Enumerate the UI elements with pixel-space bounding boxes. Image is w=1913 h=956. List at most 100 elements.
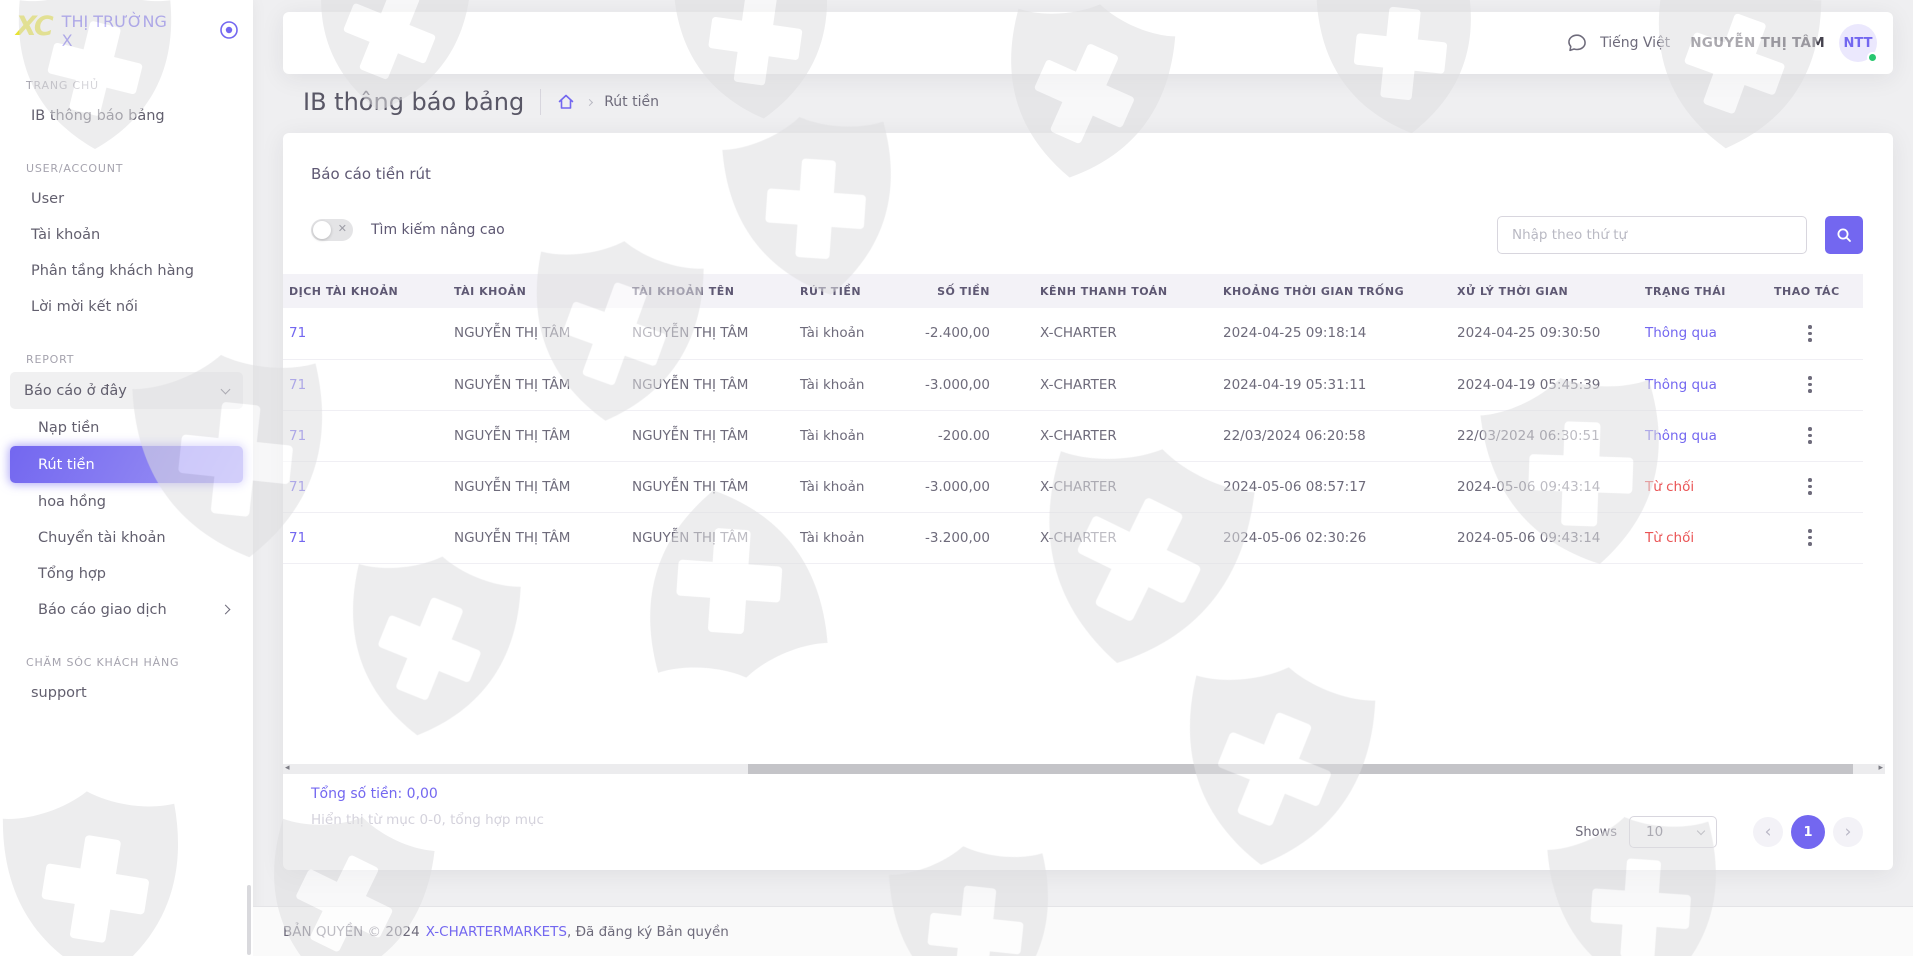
cell-withdraw-type: Tài khoản [794,359,894,410]
col-tx-account: DỊCH TÀI KHOẢN [283,274,448,308]
sidebar-item-user[interactable]: User [10,181,243,216]
cell-withdraw-type: Tài khoản [794,461,894,512]
page-size-value: 10 [1646,824,1698,840]
online-status-dot [1867,52,1878,63]
status-badge: Thông qua [1639,359,1768,410]
chat-icon[interactable] [1566,32,1588,54]
cell-request-time: 2024-04-25 09:18:14 [1217,308,1451,359]
sidebar-item-label: IB thông báo bảng [31,108,165,124]
sidebar-item-label: Lời mời kết nối [31,299,138,315]
cell-actions [1768,461,1863,512]
col-request-time: KHOẢNG THỜI GIAN TRỐNG [1217,274,1451,308]
cell-channel: X-CHARTER [1034,512,1217,563]
scroll-right-icon[interactable]: ▸ [1878,763,1883,774]
avatar[interactable]: NTT [1839,24,1877,62]
sidebar-item-transaction-report[interactable]: Báo cáo giao dịch [10,592,243,627]
page-size-select[interactable]: 10 [1629,816,1717,848]
scroll-left-icon[interactable]: ◂ [285,763,290,774]
sidebar-item-support[interactable]: support [10,675,243,710]
row-menu-icon[interactable] [1808,478,1812,495]
cell-channel: X-CHARTER [1034,410,1217,461]
cell-amount: -3.000,00 [894,359,1034,410]
cell-account: NGUYỄN THỊ TÂM [448,359,626,410]
sidebar-pin-icon[interactable] [219,20,239,44]
sidebar-item-report-group[interactable]: Báo cáo ở đây [10,372,243,409]
col-withdraw: RÚT TIỀN [794,274,894,308]
section-label-user-account: USER/ACCOUNT [26,162,253,175]
col-channel: KÊNH THANH TOÁN [1034,274,1217,308]
breadcrumb-current: Rút tiền [604,94,659,110]
withdrawals-table: DỊCH TÀI KHOẢN TÀI KHOẢN TÀI KHOẢN TÊN R… [283,274,1863,564]
table-horizontal-scrollbar[interactable]: ◂ ▸ [283,764,1885,774]
top-navbar: Tiếng Việt NGUYỄN THỊ TÂM NTT [283,12,1893,74]
cell-tx-account[interactable]: 71 [283,410,448,461]
sidebar-item-invite-link[interactable]: Lời mời kết nối [10,289,243,324]
cell-tx-account[interactable]: 71 [283,308,448,359]
cell-actions [1768,512,1863,563]
sidebar-item-summary[interactable]: Tổng hợp [10,556,243,591]
sidebar-item-withdraw[interactable]: Rút tiền [10,446,243,483]
col-actions: THAO TÁC [1768,274,1863,308]
sidebar-item-commission[interactable]: hoa hồng [10,484,243,519]
sidebar-item-label: Báo cáo giao dịch [38,602,222,618]
search-input[interactable] [1497,216,1807,254]
cell-tx-account[interactable]: 71 [283,461,448,512]
row-menu-icon[interactable] [1808,427,1812,444]
sidebar-scrollbar-thumb[interactable] [247,885,251,955]
brand-link[interactable]: X-CHARTERMARKETS [426,924,567,940]
next-page-button[interactable]: › [1833,817,1863,847]
sidebar-item-account[interactable]: Tài khoản [10,217,243,252]
chevron-right-icon [221,605,231,615]
status-badge: Từ chối [1639,512,1768,563]
row-menu-icon[interactable] [1808,529,1812,546]
row-menu-icon[interactable] [1808,376,1812,393]
cell-request-time: 22/03/2024 06:20:58 [1217,410,1451,461]
section-label-support: CHĂM SÓC KHÁCH HÀNG [26,656,253,669]
cell-tx-account[interactable]: 71 [283,512,448,563]
page-head: IB thông báo bảng Rút tiền [303,88,659,116]
cell-withdraw-type: Tài khoản [794,308,894,359]
home-icon[interactable] [557,93,575,111]
cell-tx-account[interactable]: 71 [283,359,448,410]
search-button[interactable] [1825,216,1863,254]
sidebar-item-label: Chuyển tài khoản [38,530,166,546]
cell-process-time: 22/03/2024 06:30:51 [1451,410,1639,461]
pagination: Shows 10 ‹ 1 › [1575,815,1863,849]
copyright-prefix: BẢN QUYỀN © 2024 [283,924,420,940]
cell-actions [1768,308,1863,359]
cell-request-time: 2024-05-06 08:57:17 [1217,461,1451,512]
advanced-search-toggle[interactable]: ✕ [311,219,353,241]
user-name[interactable]: NGUYỄN THỊ TÂM [1690,35,1825,51]
prev-page-button[interactable]: ‹ [1753,817,1783,847]
cell-withdraw-type: Tài khoản [794,512,894,563]
scrollbar-thumb[interactable] [748,764,1853,774]
status-badge: Thông qua [1639,410,1768,461]
cell-request-time: 2024-05-06 02:30:26 [1217,512,1451,563]
brand-title-line2: X [62,31,219,50]
sidebar-item-label: support [31,685,87,701]
toggle-off-icon: ✕ [338,222,347,235]
sidebar-item-deposit[interactable]: Nạp tiền [10,410,243,445]
cell-withdraw-type: Tài khoản [794,410,894,461]
avatar-initials: NTT [1844,36,1873,51]
brand-title-line1: THỊ TRƯỜNG [62,12,219,31]
cell-amount: -2.400,00 [894,308,1034,359]
cell-channel: X-CHARTER [1034,461,1217,512]
row-menu-icon[interactable] [1808,325,1812,342]
sidebar-item-ib-dashboard[interactable]: IB thông báo bảng [10,98,243,133]
cell-account: NGUYỄN THỊ TÂM [448,308,626,359]
sidebar-item-customer-tier[interactable]: Phân tầng khách hàng [10,253,243,288]
language-selector[interactable]: Tiếng Việt [1600,35,1670,51]
col-amount: SỐ TIỀN [894,274,1034,308]
cell-account: NGUYỄN THỊ TÂM [448,461,626,512]
sidebar-item-transfer[interactable]: Chuyển tài khoản [10,520,243,555]
cell-process-time: 2024-05-06 09:43:14 [1451,512,1639,563]
brand-title[interactable]: THỊ TRƯỜNG X [62,12,219,50]
table-row: 71 NGUYỄN THỊ TÂM NGUYỄN THỊ TÂM Tài kho… [283,410,1863,461]
status-badge: Từ chối [1639,461,1768,512]
cell-amount: -3.200,00 [894,512,1034,563]
col-status: TRẠNG THÁI [1639,274,1768,308]
current-page-button[interactable]: 1 [1791,815,1825,849]
withdrawals-table-wrap: DỊCH TÀI KHOẢN TÀI KHOẢN TÀI KHOẢN TÊN R… [283,274,1863,758]
copyright-suffix: , Đã đăng ký Bản quyền [567,924,729,940]
